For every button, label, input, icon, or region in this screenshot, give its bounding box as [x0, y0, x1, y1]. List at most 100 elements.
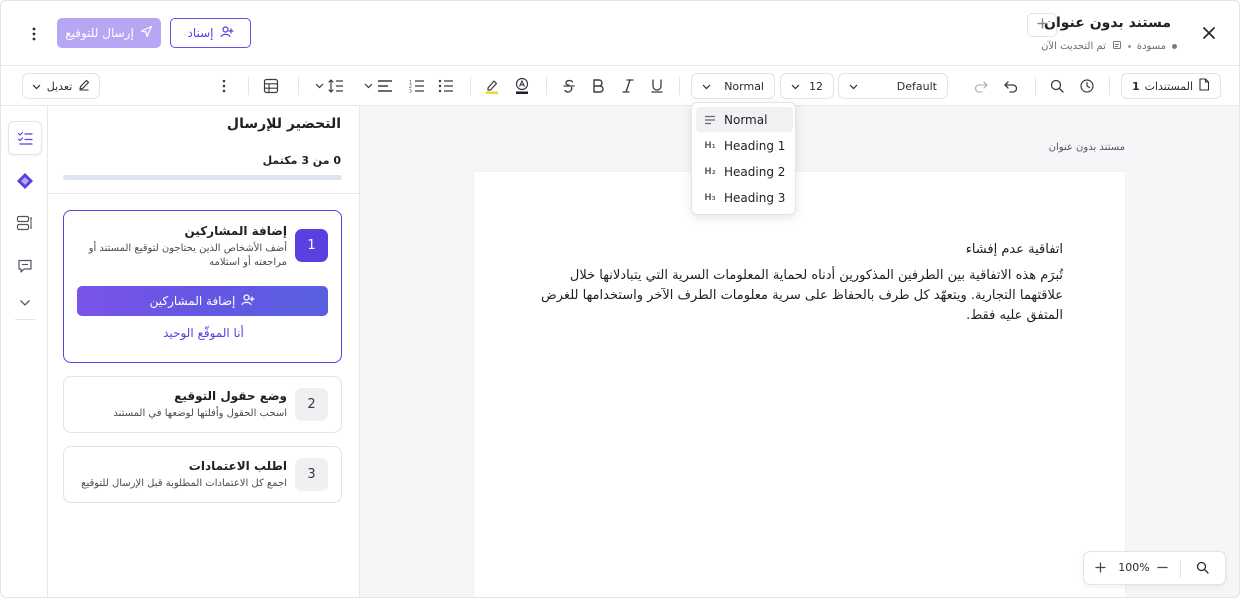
fields-icon[interactable]: [8, 206, 42, 240]
documents-label: المستندات: [1144, 79, 1194, 93]
step-card-signature-fields[interactable]: 2 وضع حقول التوقيع اسحب الحقول وأفلتها ل…: [63, 376, 342, 433]
chevron-down-icon: [791, 80, 800, 93]
formatting-toolbar: المستندات 1 Default 12 Normal 1 2 3 تعدي…: [1, 66, 1239, 106]
step-description: اجمع كل الاعتمادات المطلوبة قبل الإرسال …: [81, 478, 287, 489]
send-label: إرسال للتوقيع: [65, 26, 134, 40]
line-spacing-icon[interactable]: [326, 76, 346, 96]
menu-item-heading-1[interactable]: H₁ Heading 1: [696, 133, 793, 158]
menu-item-heading-3[interactable]: H₃ Heading 3: [696, 185, 793, 210]
step-description: أضف الأشخاص الذين يحتاجون لتوقيع المستند…: [88, 243, 287, 268]
history-icon[interactable]: [1077, 76, 1097, 96]
step-title: إضافة المشاركين: [184, 224, 288, 238]
align-icon[interactable]: [375, 76, 395, 96]
status-dot-icon: [1172, 44, 1177, 49]
sole-signer-link[interactable]: أنا الموقّع الوحيد: [64, 326, 343, 340]
zoom-out-button[interactable]: [1152, 559, 1172, 579]
send-icon: [140, 25, 153, 41]
toolbar-divider: [248, 77, 249, 95]
plus-icon: [1094, 562, 1106, 576]
h1-icon: H₁: [704, 140, 716, 151]
text-style-value: Normal: [724, 79, 764, 93]
zoom-divider: [1180, 560, 1181, 578]
document-page[interactable]: اتفاقية عدم إفشاء تُبرَم هذه الاتفاقية ب…: [474, 172, 1125, 597]
undo-icon[interactable]: [1001, 76, 1021, 96]
comment-icon[interactable]: [8, 249, 42, 283]
chevron-down-icon[interactable]: [8, 286, 42, 320]
menu-item-label: Normal: [724, 112, 768, 127]
zoom-fit-button[interactable]: [1192, 559, 1212, 579]
checklist-icon[interactable]: [8, 121, 42, 155]
font-family-value: Default: [896, 79, 937, 93]
table-icon[interactable]: [261, 76, 281, 96]
document-heading[interactable]: اتفاقية عدم إفشاء: [966, 242, 1063, 257]
send-for-signature-button[interactable]: إرسال للتوقيع: [57, 18, 161, 48]
separator-dot: [1127, 45, 1131, 48]
document-canvas: مستند بدون عنوان اتفاقية عدم إفشاء تُبرَ…: [360, 106, 1239, 597]
bold-icon[interactable]: [588, 76, 608, 96]
font-family-select[interactable]: Default: [838, 73, 948, 99]
plus-icon: [1036, 18, 1048, 32]
chevron-down-icon: [702, 80, 711, 93]
menu-item-heading-2[interactable]: H₂ Heading 2: [696, 159, 793, 184]
step-number: 3: [295, 458, 328, 491]
prepare-panel: التحضير للإرسال 0 من 3 مكتمل 1 إضافة الم…: [48, 106, 360, 597]
text-style-select[interactable]: Normal: [691, 73, 775, 99]
panel-divider: [48, 193, 360, 194]
numbered-list-icon[interactable]: 123: [407, 76, 427, 96]
add-participants-button[interactable]: إضافة المشاركين: [77, 286, 328, 316]
font-size-value: 12: [809, 79, 823, 93]
progress-label: 0 من 3 مكتمل: [262, 154, 341, 167]
menu-item-label: Heading 3: [724, 190, 786, 205]
zoom-control: 100%: [1083, 551, 1226, 585]
step-number: 2: [295, 388, 328, 421]
chevron-down-icon[interactable]: [362, 76, 374, 96]
document-title[interactable]: مستند بدون عنوان: [1044, 15, 1171, 31]
step-title: وضع حقول التوقيع: [174, 389, 287, 403]
text-style-menu: Normal H₁ Heading 1 H₂ Heading 2 H₃ Head…: [691, 102, 796, 215]
documents-button[interactable]: المستندات 1: [1121, 73, 1221, 99]
text-color-icon[interactable]: [512, 76, 532, 96]
zoom-in-button[interactable]: [1090, 559, 1110, 579]
top-header: مستند بدون عنوان مسودة تم التحديث الآن إ…: [1, 1, 1239, 66]
step-card-add-participants: 1 إضافة المشاركين أضف الأشخاص الذين يحتا…: [63, 210, 342, 363]
menu-item-label: Heading 2: [724, 164, 786, 179]
tool-rail: [1, 106, 48, 597]
h2-icon: H₂: [704, 166, 716, 177]
step-card-approvals[interactable]: 3 اطلب الاعتمادات اجمع كل الاعتمادات الم…: [63, 446, 342, 503]
canvas-document-label: مستند بدون عنوان: [1048, 142, 1125, 153]
step-number: 1: [295, 229, 328, 262]
underline-icon[interactable]: [647, 76, 667, 96]
more-options-icon[interactable]: [23, 23, 45, 45]
toolbar-divider: [298, 77, 299, 95]
chevron-down-icon[interactable]: [313, 76, 325, 96]
assign-button[interactable]: إسناد: [170, 18, 251, 48]
pencil-icon: [78, 79, 90, 94]
panel-title: التحضير للإرسال: [226, 116, 341, 132]
user-plus-icon: [241, 293, 255, 310]
app-window: مستند بدون عنوان مسودة تم التحديث الآن إ…: [0, 0, 1240, 598]
italic-icon[interactable]: [618, 76, 638, 96]
user-plus-icon: [219, 25, 234, 42]
paragraph-icon: [696, 115, 724, 125]
toolbar-divider: [1109, 77, 1110, 95]
status-badge: مسودة: [1136, 41, 1166, 52]
more-tools-icon[interactable]: [214, 76, 234, 96]
documents-count: 1: [1131, 79, 1140, 93]
progress-bar: [63, 175, 342, 180]
strikethrough-icon[interactable]: [559, 76, 579, 96]
step-description: اسحب الحقول وأفلتها لوضعها في المستند: [113, 408, 287, 419]
add-document-button[interactable]: [1027, 13, 1057, 37]
document-body[interactable]: تُبرَم هذه الاتفاقية بين الطرفين المذكور…: [533, 266, 1063, 326]
menu-item-label: Heading 1: [724, 138, 786, 153]
menu-item-normal[interactable]: Normal: [696, 107, 793, 132]
edit-mode-select[interactable]: تعديل: [22, 73, 100, 99]
font-size-select[interactable]: 12: [780, 73, 834, 99]
close-icon[interactable]: [1197, 21, 1221, 45]
toolbar-divider: [470, 77, 471, 95]
highlight-icon[interactable]: [482, 76, 502, 96]
diamond-ai-icon[interactable]: [8, 164, 42, 198]
search-icon[interactable]: [1047, 76, 1067, 96]
redo-icon[interactable]: [971, 76, 991, 96]
assign-label: إسناد: [187, 26, 214, 40]
bullet-list-icon[interactable]: [436, 76, 456, 96]
